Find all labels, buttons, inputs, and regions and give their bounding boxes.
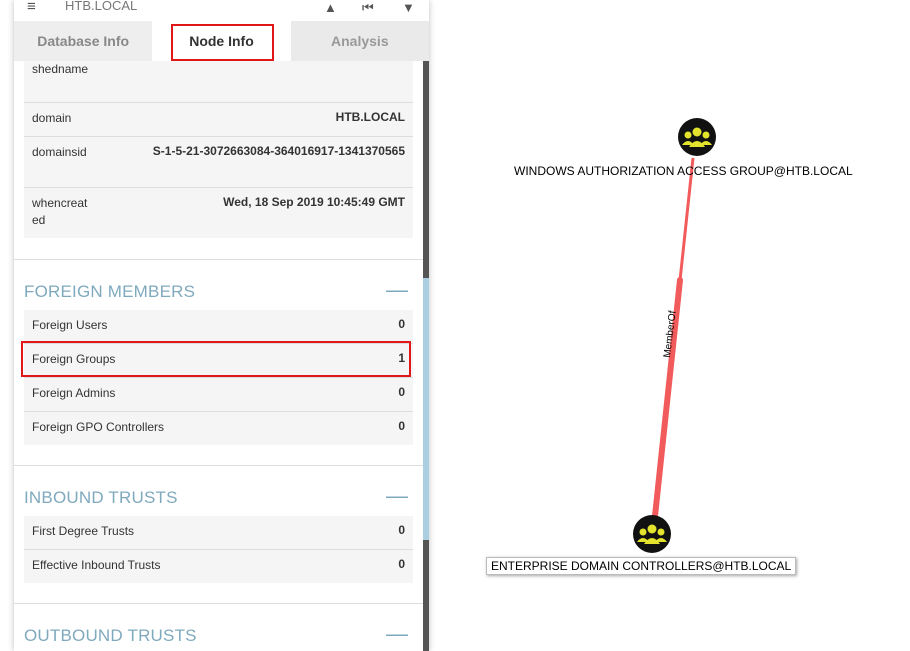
list-item[interactable]: Foreign Admins 0 (24, 378, 413, 412)
item-count: 0 (398, 523, 405, 537)
item-count: 0 (398, 385, 405, 399)
divider (14, 465, 423, 466)
property-key: shedname (32, 62, 89, 76)
property-key: domainsid (32, 145, 87, 159)
back-icon[interactable]: ⏮ (362, 0, 374, 16)
property-value: Wed, 18 Sep 2019 10:45:49 GMT (223, 195, 405, 209)
section-foreign-members-header[interactable]: FOREIGN MEMBERS — (24, 277, 413, 309)
tab-node-info[interactable]: Node Info (152, 21, 291, 61)
section-title: INBOUND TRUSTS (24, 488, 178, 507)
foreign-members-list: Foreign Users 0 Foreign Groups 1 Foreign… (24, 310, 413, 445)
property-row: whencreated Wed, 18 Sep 2019 10:45:49 GM… (24, 188, 413, 238)
divider (14, 259, 423, 260)
list-item[interactable]: Foreign Users 0 (24, 310, 413, 344)
search-bar: ≡ HTB.LOCAL ▲ ⏮ ▼ (14, 0, 429, 21)
search-input[interactable]: HTB.LOCAL (65, 0, 137, 13)
item-label: Foreign Users (32, 318, 108, 332)
collapse-icon[interactable]: — (386, 483, 408, 509)
node-eda[interactable] (633, 515, 671, 553)
item-count: 0 (398, 317, 405, 331)
property-value: S-1-5-21-3072663084-364016917-1341370565 (152, 144, 405, 158)
node-eda-label[interactable]: ENTERPRISE DOMAIN CONTROLLERS@HTB.LOCAL (486, 557, 797, 575)
section-title: FOREIGN MEMBERS (24, 282, 196, 301)
tab-analysis[interactable]: Analysis (290, 21, 429, 61)
section-inbound-trusts-header[interactable]: INBOUND TRUSTS — (24, 483, 413, 515)
divider (14, 603, 423, 604)
list-item[interactable]: Effective Inbound Trusts 0 (24, 550, 413, 583)
list-item[interactable]: First Degree Trusts 0 (24, 516, 413, 550)
inbound-trusts-list: First Degree Trusts 0 Effective Inbound … (24, 516, 413, 583)
node-waag[interactable] (678, 118, 716, 156)
property-row: domainsid S-1-5-21-3072663084-364016917-… (24, 137, 413, 188)
scrollbar-thumb[interactable] (423, 278, 429, 540)
node-waag-label[interactable]: WINDOWS AUTHORIZATION ACCESS GROUP@HTB.L… (514, 164, 853, 178)
collapse-icon[interactable]: — (386, 277, 408, 303)
property-row: domain HTB.LOCAL (24, 103, 413, 137)
menu-icon[interactable]: ≡ (27, 0, 36, 15)
item-count: 0 (398, 419, 405, 433)
node-properties: shedname domain HTB.LOCAL domainsid S-1-… (24, 61, 413, 238)
tab-bar: Database Info Node Info Analysis (14, 21, 429, 61)
item-label: First Degree Trusts (32, 524, 135, 538)
section-outbound-trusts-header[interactable]: OUTBOUND TRUSTS — (24, 621, 413, 651)
list-item[interactable]: Foreign GPO Controllers 0 (24, 412, 413, 445)
foreign-groups-highlight (21, 341, 411, 377)
item-label: Foreign GPO Controllers (32, 420, 165, 434)
item-count: 0 (398, 557, 405, 571)
filter-icon[interactable]: ▼ (402, 0, 415, 15)
item-label: Effective Inbound Trusts (32, 558, 161, 572)
collapse-icon[interactable]: — (386, 621, 408, 647)
property-row: shedname (24, 61, 413, 103)
item-label: Foreign Admins (32, 386, 116, 400)
property-key: whencreated (32, 196, 88, 227)
section-title: OUTBOUND TRUSTS (24, 626, 197, 645)
panel-content: shedname domain HTB.LOCAL domainsid S-1-… (14, 61, 423, 651)
tab-database-info[interactable]: Database Info (14, 21, 153, 61)
property-key: domain (32, 111, 72, 125)
pathfinding-icon[interactable]: ▲ (324, 0, 337, 15)
property-value: HTB.LOCAL (335, 110, 405, 124)
node-info-panel: ≡ HTB.LOCAL ▲ ⏮ ▼ Database Info Node Inf… (14, 0, 429, 651)
